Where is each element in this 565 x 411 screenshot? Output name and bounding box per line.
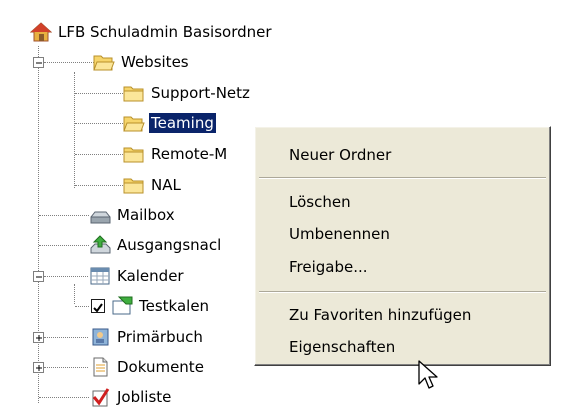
tree-item-root[interactable]: LFB Schuladmin Basisordner — [30, 18, 274, 46]
collapse-toggle-websites[interactable] — [33, 57, 44, 68]
tree-item-teaming[interactable]: Teaming — [123, 109, 216, 137]
tree-line — [44, 337, 88, 338]
tree-line — [44, 276, 88, 277]
testkalender-checkbox[interactable] — [91, 299, 105, 313]
tree-item-nal[interactable]: NAL — [123, 171, 183, 199]
collapse-toggle-kalender[interactable] — [33, 271, 44, 282]
tree-item-primarbuch[interactable]: Primärbuch — [89, 323, 205, 351]
menu-item-new-folder[interactable]: Neuer Ordner — [289, 145, 391, 165]
folder-open-icon — [123, 113, 145, 133]
tree-item-ausgang[interactable]: Ausgangsnacl — [89, 231, 223, 259]
tree-item-dokumente[interactable]: Dokumente — [89, 353, 206, 381]
tree-item-kalender[interactable]: Kalender — [89, 262, 186, 290]
folder-icon — [123, 175, 145, 195]
tree-item-label: Dokumente — [117, 358, 204, 376]
tree-item-label: Teaming — [149, 113, 216, 133]
tree-item-label: Remote-M — [151, 145, 228, 163]
menu-separator — [259, 291, 546, 293]
tree-item-label: Ausgangsnacl — [117, 236, 222, 254]
tree-line — [39, 215, 89, 216]
calendar-icon — [89, 266, 111, 286]
menu-item-rename[interactable]: Umbenennen — [289, 224, 390, 244]
tree-line — [75, 123, 123, 124]
tree-item-label: Support-Netz — [151, 84, 250, 102]
tree-line — [75, 154, 123, 155]
tree-item-label: LFB Schuladmin Basisordner — [58, 23, 272, 41]
tree-line — [44, 367, 88, 368]
mailbox-tray-icon — [89, 205, 111, 225]
menu-separator — [259, 177, 546, 179]
tree-line — [74, 72, 75, 188]
tree-line — [75, 306, 89, 307]
tree-item-testkalender[interactable]: Testkalen — [111, 292, 211, 320]
tree-line — [39, 245, 89, 246]
tree-item-remote[interactable]: Remote-M — [123, 140, 229, 168]
tree-line — [75, 93, 123, 94]
context-menu: Neuer Ordner Löschen Umbenennen Freigabe… — [254, 126, 551, 366]
folder-open-icon — [93, 52, 115, 72]
document-icon — [89, 357, 111, 377]
calendar-publish-icon — [111, 296, 133, 316]
tree-item-jobliste[interactable]: Jobliste — [89, 383, 173, 411]
expand-toggle-dokumente[interactable] — [33, 362, 44, 373]
tree-line — [39, 397, 89, 398]
tree-item-websites[interactable]: Websites — [93, 48, 191, 76]
menu-item-delete[interactable]: Löschen — [289, 192, 351, 212]
tree-item-label: Kalender — [117, 267, 184, 285]
address-book-icon — [89, 327, 111, 347]
outbox-icon — [89, 235, 111, 255]
tree-item-label: Websites — [121, 53, 189, 71]
menu-item-properties[interactable]: Eigenschaften — [289, 337, 395, 357]
home-icon — [30, 22, 52, 42]
tree-item-label: Jobliste — [117, 388, 172, 406]
menu-item-add-favorites[interactable]: Zu Favoriten hinzufügen — [289, 305, 471, 325]
tree-line — [75, 185, 123, 186]
tree-line — [44, 62, 94, 63]
tree-item-label: Testkalen — [139, 297, 210, 315]
tree-item-support-netz[interactable]: Support-Netz — [123, 79, 252, 107]
tree-item-label: Mailbox — [117, 206, 175, 224]
folder-icon — [123, 144, 145, 164]
menu-item-share[interactable]: Freigabe... — [289, 257, 368, 277]
tree-line — [74, 284, 75, 304]
folder-icon — [123, 83, 145, 103]
tree-item-mailbox[interactable]: Mailbox — [89, 201, 177, 229]
expand-toggle-primarbuch[interactable] — [33, 332, 44, 343]
mouse-cursor-icon — [418, 360, 438, 389]
tree-item-label: NAL — [151, 176, 181, 194]
tree-item-label: Primärbuch — [117, 328, 203, 346]
task-checkmark-icon — [89, 387, 111, 407]
tree-line — [38, 46, 39, 403]
